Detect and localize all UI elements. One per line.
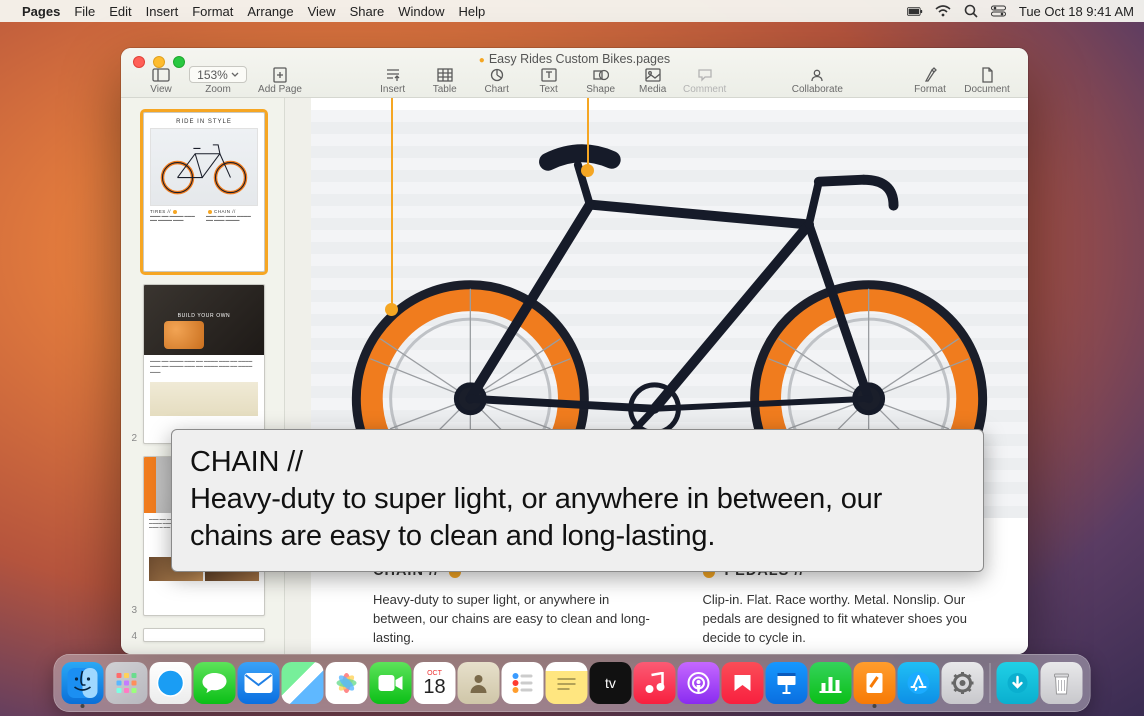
document-title: ●Easy Rides Custom Bikes.pages (121, 52, 1028, 66)
toolbar-add-page[interactable]: Add Page (249, 66, 311, 95)
menu-share[interactable]: Share (350, 4, 385, 19)
toolbar-table[interactable]: Table (419, 66, 471, 95)
toolbar-text[interactable]: Text (523, 66, 575, 95)
wifi-icon[interactable] (935, 4, 951, 18)
window-titlebar: ●Easy Rides Custom Bikes.pages View 153%… (121, 48, 1028, 98)
dock-app-store[interactable] (898, 662, 940, 704)
hover-text-heading: CHAIN // (190, 444, 965, 481)
dock-mail[interactable] (238, 662, 280, 704)
menu-file[interactable]: File (74, 4, 95, 19)
body-text: Heavy-duty to super light, or anywhere i… (373, 591, 659, 648)
dock-separator (990, 663, 991, 703)
app-menu[interactable]: Pages (22, 4, 60, 19)
text-block-chain[interactable]: CHAIN // Heavy-duty to super light, or a… (373, 561, 659, 648)
hover-text-overlay: CHAIN // Heavy-duty to super light, or a… (171, 429, 984, 572)
dock-news[interactable] (722, 662, 764, 704)
menu-edit[interactable]: Edit (109, 4, 131, 19)
dock-downloads[interactable] (997, 662, 1039, 704)
dock-calendar[interactable]: OCT18 (414, 662, 456, 704)
dock-podcasts[interactable] (678, 662, 720, 704)
toolbar-document[interactable]: Document (956, 66, 1018, 95)
callout-line (391, 98, 393, 308)
dock-numbers[interactable] (810, 662, 852, 704)
page-number: 4 (127, 631, 137, 642)
page-number: 3 (127, 605, 137, 616)
toolbar-comment: Comment (679, 66, 731, 95)
dock-keynote[interactable] (766, 662, 808, 704)
menu-help[interactable]: Help (459, 4, 486, 19)
callout-dot-icon (385, 303, 398, 316)
toolbar-format[interactable]: Format (904, 66, 956, 95)
menu-window[interactable]: Window (398, 4, 444, 19)
dock: ⬈ OCT18 tv (54, 654, 1091, 712)
dock-facetime[interactable] (370, 662, 412, 704)
page-thumbnail-4[interactable] (143, 628, 265, 642)
page-thumbnail-2[interactable]: BUILD YOUR OWN ▬▬▬ ▬▬ ▬▬▬▬ ▬▬▬ ▬▬ ▬▬▬▬ ▬… (143, 284, 265, 444)
dock-notes[interactable] (546, 662, 588, 704)
toolbar-view[interactable]: View (135, 66, 187, 95)
menu-arrange[interactable]: Arrange (247, 4, 293, 19)
battery-icon[interactable] (907, 4, 923, 18)
text-block-pedals[interactable]: PEDALS // Clip-in. Flat. Race worthy. Me… (703, 561, 989, 648)
dock-messages[interactable] (194, 662, 236, 704)
callout-line (587, 98, 589, 170)
callout-dot-icon (581, 164, 594, 177)
toolbar-insert[interactable]: Insert (367, 66, 419, 95)
menu-bar: Pages File Edit Insert Format Arrange Vi… (0, 0, 1144, 22)
toolbar-collaborate[interactable]: Collaborate (786, 66, 848, 95)
menu-view[interactable]: View (308, 4, 336, 19)
dock-safari[interactable] (150, 662, 192, 704)
dock-system-settings[interactable] (942, 662, 984, 704)
menu-format[interactable]: Format (192, 4, 233, 19)
dock-launchpad[interactable] (106, 662, 148, 704)
page-number: 2 (127, 433, 137, 444)
toolbar-media[interactable]: Media (627, 66, 679, 95)
menubar-clock[interactable]: Tue Oct 18 9:41 AM (1019, 4, 1134, 19)
dock-tv[interactable]: tv (590, 662, 632, 704)
toolbar-zoom[interactable]: 153% Zoom (187, 66, 249, 95)
dock-reminders[interactable] (502, 662, 544, 704)
dock-finder[interactable] (62, 662, 104, 704)
dock-photos[interactable] (326, 662, 368, 704)
dock-pages[interactable] (854, 662, 896, 704)
dock-music[interactable] (634, 662, 676, 704)
dock-trash[interactable] (1041, 662, 1083, 704)
spotlight-icon[interactable] (963, 4, 979, 18)
toolbar-chart[interactable]: Chart (471, 66, 523, 95)
dock-maps[interactable]: ⬈ (282, 662, 324, 704)
body-text: Clip-in. Flat. Race worthy. Metal. Nonsl… (703, 591, 989, 648)
hover-text-body: Heavy-duty to super light, or anywhere i… (190, 481, 965, 555)
toolbar-shape[interactable]: Shape (575, 66, 627, 95)
menu-insert[interactable]: Insert (146, 4, 179, 19)
control-center-icon[interactable] (991, 4, 1007, 18)
dock-contacts[interactable] (458, 662, 500, 704)
page-thumbnail-1[interactable]: RIDE IN STYLE TIRES //▬▬▬ ▬▬ ▬▬▬▬ ▬▬▬ ▬▬… (143, 112, 265, 272)
